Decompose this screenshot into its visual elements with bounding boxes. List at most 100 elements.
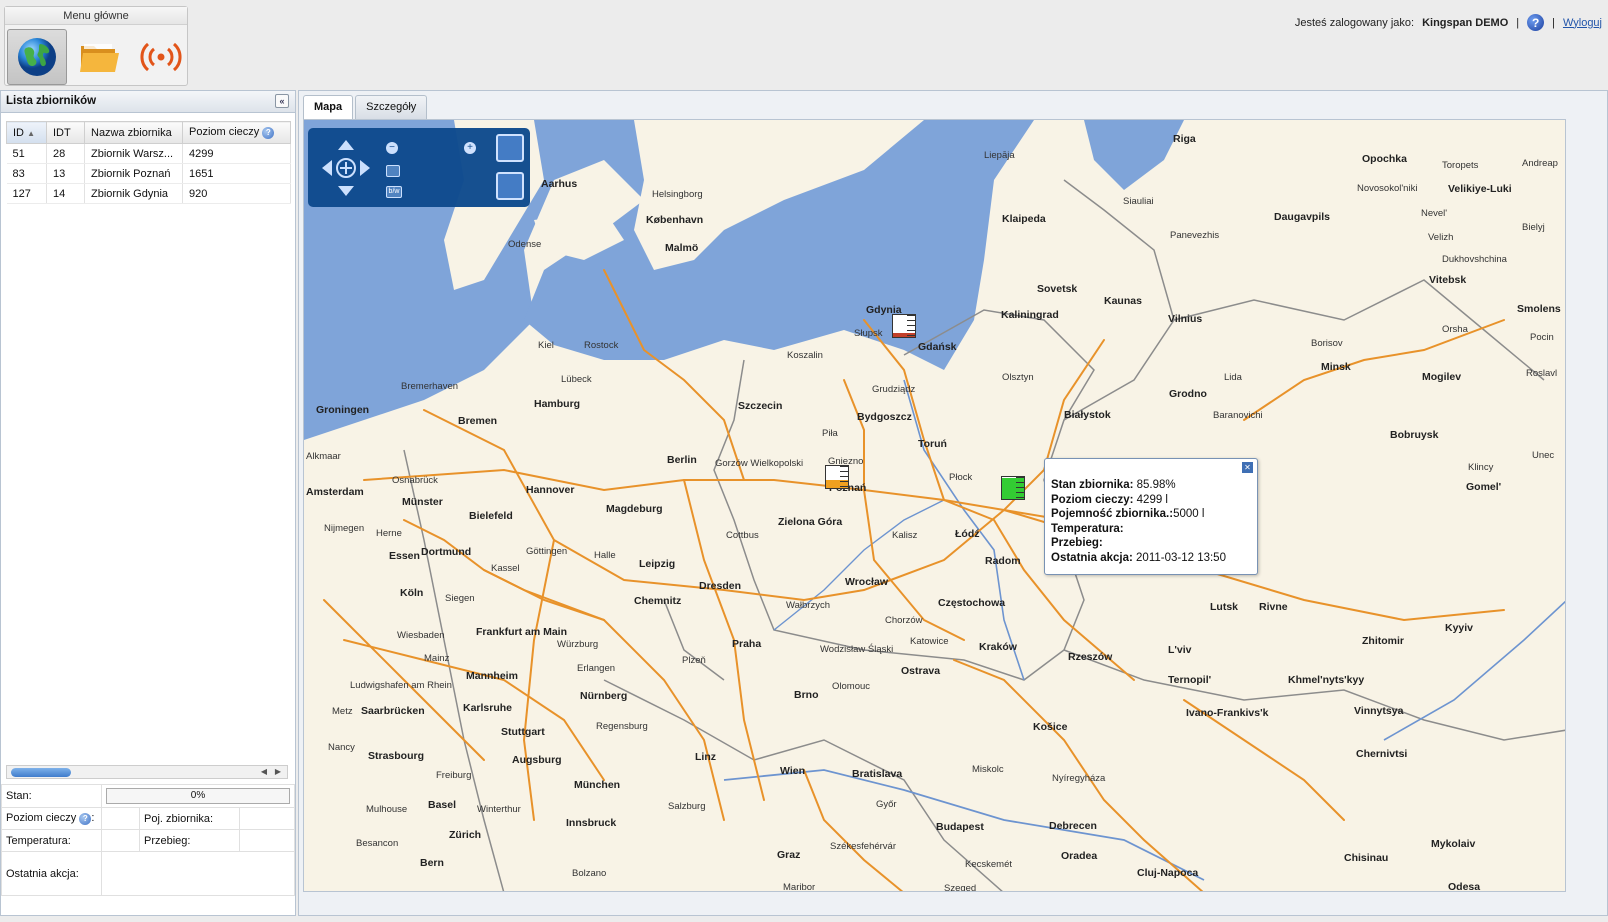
town-label-metz: Metz <box>332 706 353 717</box>
telemetry-button[interactable] <box>131 29 191 85</box>
cell-name: Zbiornik Warsz... <box>84 143 183 164</box>
help-icon[interactable]: ? <box>1527 14 1545 31</box>
column-header-name[interactable]: Nazwa zbiornika <box>84 121 183 144</box>
city-label-opochka: Opochka <box>1362 153 1407 165</box>
sort-asc-icon: ▲ <box>27 128 35 138</box>
city-label-wroclaw: Wrocław <box>845 576 889 588</box>
collapse-button[interactable]: « <box>275 94 289 108</box>
popup-last-action-value: 2011-03-12 13:50 <box>1136 551 1226 564</box>
scrollbar-thumb[interactable] <box>11 768 71 777</box>
town-label-katowice: Katowice <box>910 636 949 647</box>
globe-icon <box>18 38 56 76</box>
table-row[interactable]: 83 13 Zbiornik Poznań 1651 <box>6 163 291 184</box>
cell-name: Zbiornik Poznań <box>84 163 183 184</box>
city-label-munster: Münster <box>402 496 443 508</box>
separator: | <box>1552 16 1555 29</box>
cell-id: 83 <box>6 163 47 184</box>
info-icon[interactable]: ? <box>79 812 92 825</box>
zoom-slider[interactable]: − + <box>386 142 476 154</box>
pan-control-icon[interactable] <box>318 136 374 200</box>
town-label-szekesfehervar: Székesfehérvár <box>830 841 896 852</box>
town-label-bolzano: Bolzano <box>572 868 606 879</box>
city-label-zielona-gora: Zielona Góra <box>778 516 842 528</box>
town-label-winterthur: Winterthur <box>477 804 521 815</box>
tab-details[interactable]: Szczegóły <box>355 95 428 119</box>
town-label-toropets: Toropets <box>1442 160 1479 171</box>
city-label-kaliningrad: Kaliningrad <box>1001 309 1059 321</box>
column-header-level[interactable]: Poziom cieczy ? <box>182 121 291 144</box>
city-label-leipzig: Leipzig <box>639 558 675 570</box>
town-label-novosokolniki: Novosokol'niki <box>1357 183 1417 194</box>
tank-grid: ID ▲ IDT Nazwa zbiornika Poziom cieczy ?… <box>6 121 291 204</box>
city-label-grodno: Grodno <box>1169 388 1207 400</box>
town-label-gottingen: Göttingen <box>526 546 567 557</box>
town-label-mulhouse: Mulhouse <box>366 804 407 815</box>
city-label-augsburg: Augsburg <box>512 754 562 766</box>
city-label-linz: Linz <box>695 751 716 763</box>
tab-map[interactable]: Mapa <box>303 95 354 121</box>
scroll-left-icon[interactable]: ◀ <box>257 766 271 778</box>
city-label-dresden: Dresden <box>699 580 741 592</box>
map-canvas[interactable]: Riga Opochka Velikiye-Luki Daugavpils Kl… <box>303 119 1566 892</box>
town-label-nyiregyhaza: Nyíregyháza <box>1052 773 1106 784</box>
town-label-nevel: Nevel' <box>1421 208 1447 219</box>
column-header-idt[interactable]: IDT <box>46 121 85 144</box>
city-label-bialystok: Białystok <box>1064 409 1111 421</box>
city-label-magdeburg: Magdeburg <box>606 503 663 515</box>
city-label-lutsk: Lutsk <box>1210 601 1238 613</box>
map-background: Riga Opochka Velikiye-Luki Daugavpils Kl… <box>304 120 1565 891</box>
town-label-chorzow: Chorzów <box>885 615 923 626</box>
town-label-lida: Lida <box>1224 372 1243 383</box>
town-label-freiburg: Freiburg <box>436 770 471 781</box>
zoom-track[interactable] <box>400 147 462 150</box>
map-view-button[interactable] <box>7 29 67 85</box>
popup-last-action-label: Ostatnia akcja: <box>1051 551 1133 564</box>
city-label-budapest: Budapest <box>936 821 984 833</box>
column-header-id[interactable]: ID ▲ <box>6 121 47 144</box>
route-tool-icon[interactable] <box>496 134 524 162</box>
panel-header: Lista zbiorników « <box>1 91 295 113</box>
horizontal-scrollbar[interactable]: ◀ ▶ <box>6 765 288 779</box>
state-progress-bar: 0% <box>106 788 290 804</box>
city-label-amsterdam: Amsterdam <box>306 486 364 498</box>
city-label-vinnytsya: Vinnytsya <box>1354 705 1404 717</box>
folder-icon <box>80 44 119 72</box>
scroll-right-icon[interactable]: ▶ <box>271 766 285 778</box>
close-icon[interactable]: ✕ <box>1242 462 1253 473</box>
zoom-in-icon[interactable]: + <box>464 142 476 154</box>
panel-title: Lista zbiorników <box>6 95 97 107</box>
temperature-value <box>101 829 140 852</box>
state-label: Stan: <box>1 784 102 808</box>
city-label-munchen: München <box>574 779 620 791</box>
bw-toggle-button[interactable]: b/w <box>386 186 402 198</box>
city-label-dortmund: Dortmund <box>421 546 471 558</box>
mileage-label: Przebieg: <box>139 829 240 852</box>
city-label-bydgoszcz: Bydgoszcz <box>857 411 912 423</box>
city-label-kyyiv: Kyyiv <box>1445 622 1473 634</box>
info-icon[interactable]: ? <box>262 126 275 139</box>
files-button[interactable] <box>69 29 129 85</box>
city-label-hannover: Hannover <box>526 484 574 496</box>
table-row[interactable]: 51 28 Zbiornik Warsz... 4299 <box>6 143 291 164</box>
city-label-ostrava: Ostrava <box>901 665 940 677</box>
town-label-besancon: Besancon <box>356 838 398 849</box>
town-label-wiesbaden: Wiesbaden <box>397 630 445 641</box>
username: Kingspan DEMO <box>1422 16 1509 29</box>
table-row[interactable]: 127 14 Zbiornik Gdynia 920 <box>6 183 291 204</box>
tank-marker-gdynia[interactable] <box>892 314 916 338</box>
tank-marker-poznan[interactable] <box>825 465 849 489</box>
city-label-gdansk: Gdańsk <box>918 341 957 353</box>
city-label-velikiye-luki: Velikiye-Luki <box>1448 183 1512 195</box>
zoom-out-icon[interactable]: − <box>386 142 398 154</box>
town-label-gyor: Győr <box>876 799 897 810</box>
city-label-riga: Riga <box>1173 133 1196 145</box>
town-label-kiel: Kiel <box>538 340 554 351</box>
measure-tool-icon[interactable] <box>496 172 524 200</box>
map-layer-icon[interactable] <box>386 165 400 177</box>
city-label-daugavpils: Daugavpils <box>1274 211 1330 223</box>
logout-link[interactable]: Wyloguj <box>1563 17 1602 29</box>
city-label-chernivtsi: Chernivtsi <box>1356 748 1407 760</box>
town-label-panevezhis: Panevezhis <box>1170 230 1219 241</box>
tank-marker-warszawa[interactable] <box>1001 476 1025 500</box>
tank-list-panel: Lista zbiorników « ID ▲ IDT Nazwa zbiorn… <box>0 90 296 916</box>
